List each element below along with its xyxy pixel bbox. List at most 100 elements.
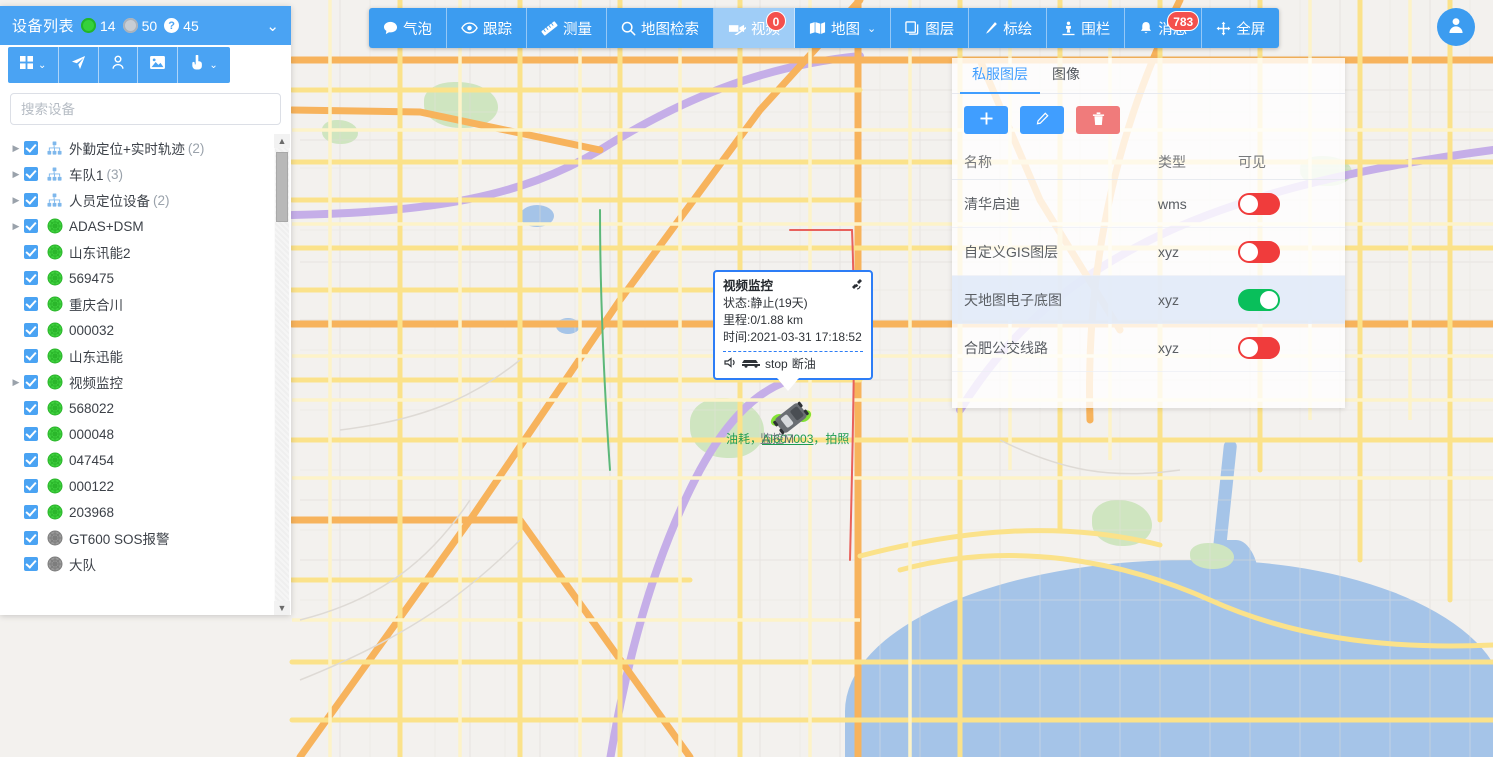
toolbar-item-map[interactable]: 地图 ⌄ (795, 8, 892, 48)
expand-arrow-icon[interactable]: ▶ (8, 169, 24, 180)
car-icon[interactable] (741, 356, 761, 373)
device-checkbox[interactable] (24, 323, 38, 337)
device-tree-item-label: 视频监控 (69, 376, 123, 391)
device-checkbox[interactable] (24, 193, 38, 207)
scroll-down-arrow-icon[interactable]: ▼ (274, 601, 290, 615)
vehicle-marker-icon[interactable] (768, 398, 814, 443)
device-checkbox[interactable] (24, 245, 38, 259)
device-tree-item[interactable]: ▶000122 (8, 473, 291, 499)
device-tree-item[interactable]: ▶ ADAS+DSM (8, 213, 291, 239)
device-tree-item[interactable]: ▶大队 (8, 551, 291, 577)
horn-icon[interactable] (723, 356, 737, 373)
device-tree-item[interactable]: ▶GT600 SOS报警 (8, 525, 291, 551)
device-checkbox[interactable] (24, 297, 38, 311)
layer-name: 天地图电子底图 (964, 291, 1062, 308)
expand-arrow-icon[interactable]: ▶ (8, 195, 24, 206)
device-info-popup[interactable]: 视频监控 状态:静止(19天) 里程:0/1.88 km 时间:2021-03-… (713, 270, 873, 391)
delete-layer-button[interactable] (1076, 106, 1120, 134)
device-tree-item[interactable]: ▶ 车队1 (3) (8, 161, 291, 187)
person-locate-button[interactable] (99, 47, 139, 83)
device-tree-item[interactable]: ▶000032 (8, 317, 291, 343)
device-checkbox[interactable] (24, 349, 38, 363)
edit-layer-button[interactable] (1020, 106, 1064, 134)
toolbar-item-map-search[interactable]: 地图检索 (607, 8, 714, 48)
layer-visibility-toggle[interactable] (1238, 192, 1280, 215)
toolbar-item-fullscreen[interactable]: 全屏 (1202, 8, 1279, 48)
device-status-icon (46, 426, 63, 443)
scroll-up-arrow-icon[interactable]: ▲ (274, 134, 290, 148)
layer-visibility-toggle[interactable] (1238, 336, 1280, 359)
layer-type: xyz (1158, 339, 1179, 356)
device-checkbox[interactable] (24, 271, 38, 285)
layer-panel-actions (952, 94, 1345, 144)
toolbar-item-messages[interactable]: 消息 783 (1125, 8, 1203, 48)
toolbar-item-video[interactable]: 视频 0 (714, 8, 795, 48)
toolbar-item-bubble[interactable]: 气泡 (369, 8, 447, 48)
device-tree-scrollbar[interactable]: ▲ ▼ (274, 134, 290, 615)
grid-view-button[interactable]: ⌄ (8, 47, 60, 83)
device-checkbox[interactable] (24, 557, 38, 571)
device-tree-item[interactable]: ▶山东迅能 (8, 343, 291, 369)
toolbar-item-draw[interactable]: 标绘 (969, 8, 1048, 48)
layer-row[interactable]: 清华启迪 wms (952, 180, 1345, 228)
popup-status: 状态:静止(19天) (723, 296, 808, 310)
device-checkbox[interactable] (24, 219, 38, 233)
popup-action-stop[interactable]: stop (765, 356, 788, 373)
click-action-button[interactable]: ⌄ (178, 47, 229, 83)
tab-private-layers[interactable]: 私服图层 (960, 64, 1040, 94)
toolbar-item-measure[interactable]: 测量 (527, 8, 607, 48)
video-off-icon (728, 22, 746, 35)
layer-visibility-toggle[interactable] (1238, 240, 1280, 263)
layer-table-body: 清华启迪 wms 自定义GIS图层 xyz 天地图电子底图 xyz 合肥公交线路 xyz (952, 180, 1345, 372)
device-checkbox[interactable] (24, 505, 38, 519)
toolbar-label: 标绘 (1003, 21, 1033, 38)
layer-panel: 私服图层 图像 名称 类型 可见 清华启迪 wms 自定义GIS图层 xyz 天… (952, 58, 1345, 408)
device-tree-item[interactable]: ▶ 外勤定位+实时轨迹 (2) (8, 135, 291, 161)
device-tree[interactable]: ▶外勤定位+实时轨迹(2)▶车队1(3)▶人员定位设备(2)▶ADAS+DSM▶… (0, 131, 291, 615)
device-tree-inner: ▶外勤定位+实时轨迹(2)▶车队1(3)▶人员定位设备(2)▶ADAS+DSM▶… (0, 131, 291, 577)
layer-row[interactable]: 合肥公交线路 xyz (952, 324, 1345, 372)
device-checkbox[interactable] (24, 531, 38, 545)
device-checkbox[interactable] (24, 401, 38, 415)
toolbar-item-track[interactable]: 跟踪 (447, 8, 527, 48)
layer-visibility-toggle[interactable] (1238, 288, 1280, 311)
device-checkbox[interactable] (24, 141, 38, 155)
search-input[interactable] (10, 93, 281, 125)
device-tree-item[interactable]: ▶ 视频监控 (8, 369, 291, 395)
device-tree-item[interactable]: ▶568022 (8, 395, 291, 421)
layer-table-header: 名称 类型 可见 (952, 144, 1345, 180)
device-tree-item[interactable]: ▶ 人员定位设备 (2) (8, 187, 291, 213)
device-tree-item-label: 人员定位设备 (69, 194, 150, 209)
expand-arrow-icon[interactable]: ▶ (8, 143, 24, 154)
scrollbar-thumb[interactable] (276, 152, 288, 222)
expand-arrow-icon[interactable]: ▶ (8, 221, 24, 232)
device-tree-item[interactable]: ▶000048 (8, 421, 291, 447)
image-button[interactable] (138, 47, 179, 83)
add-layer-button[interactable] (964, 106, 1008, 134)
toolbar-item-layers[interactable]: 图层 (891, 8, 970, 48)
device-checkbox[interactable] (24, 375, 38, 389)
device-tree-item[interactable]: ▶047454 (8, 447, 291, 473)
tab-images[interactable]: 图像 (1040, 64, 1092, 93)
expand-arrow-icon[interactable]: ▶ (8, 377, 24, 388)
device-checkbox[interactable] (24, 167, 38, 181)
bubble-icon (383, 21, 398, 35)
hand-point-icon (190, 54, 204, 75)
popup-action-cutoil[interactable]: 断油 (792, 356, 816, 373)
device-tree-item[interactable]: ▶山东讯能2 (8, 239, 291, 265)
device-checkbox[interactable] (24, 427, 38, 441)
toolbar-item-fence[interactable]: 围栏 (1047, 8, 1126, 48)
device-tree-item[interactable]: ▶重庆合川 (8, 291, 291, 317)
device-status-icon (46, 556, 63, 573)
fence-icon (1061, 21, 1076, 36)
device-tree-item[interactable]: ▶569475 (8, 265, 291, 291)
send-button[interactable] (59, 47, 100, 83)
column-header-visible: 可见 (1238, 153, 1266, 170)
device-tree-item[interactable]: ▶203968 (8, 499, 291, 525)
layer-row[interactable]: 天地图电子底图 xyz (952, 276, 1345, 324)
device-checkbox[interactable] (24, 453, 38, 467)
user-avatar-button[interactable] (1437, 8, 1475, 46)
device-checkbox[interactable] (24, 479, 38, 493)
chevron-down-icon[interactable]: ⌄ (266, 17, 279, 35)
layer-row[interactable]: 自定义GIS图层 xyz (952, 228, 1345, 276)
